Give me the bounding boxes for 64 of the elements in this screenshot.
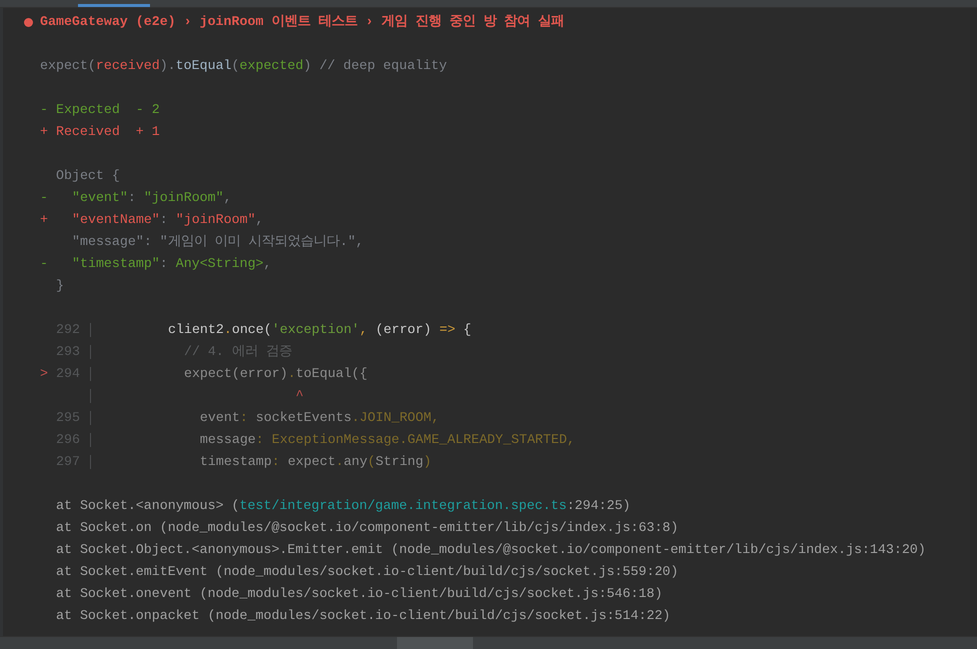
test-title: GameGateway (e2e) › joinRoom 이벤트 테스트 › 게임 진행 중인 방 참여 실패 (40, 13, 564, 31)
code-text: any (344, 453, 368, 471)
code-text: "message": "게임이 이미 시작되었습니다.", (72, 233, 364, 251)
current-line-marker: > (40, 365, 49, 383)
code-text: . (288, 365, 296, 383)
code-text: once( (232, 321, 272, 339)
code-text: , (264, 255, 272, 273)
code-text: . (224, 321, 232, 339)
code-text: socketEvents (256, 409, 352, 427)
code-text: message (198, 431, 256, 449)
code-text: toEqual({ (296, 365, 368, 383)
file-link[interactable]: test/integration/game.integration.spec.ts (240, 498, 567, 513)
code-text: ) // deep equality (303, 57, 447, 75)
code-text: 'exception' (272, 321, 360, 339)
diff-marker: + (40, 211, 49, 229)
code-text: ( (368, 453, 376, 471)
stack-trace-line: at Socket.emitEvent (node_modules/socket.io-client/build/cjs/socket.js:559:20) (56, 563, 678, 581)
code-text: { (463, 321, 472, 339)
code-text: "eventName" (72, 211, 160, 229)
code-text: String (376, 453, 424, 471)
code-text: ) (423, 453, 432, 471)
code-text: : (128, 189, 137, 207)
code-text: "joinRoom" (176, 211, 256, 229)
code-text: , (360, 321, 369, 339)
code-text: "joinRoom" (144, 189, 224, 207)
diff-legend: + Received + 1 (40, 121, 160, 143)
stack-trace-line: at Socket.<anonymous> (test/integration/game.integration.spec.ts:294:25) (56, 497, 631, 515)
code-text: "event" (72, 189, 128, 207)
diff-legend: - Expected - 2 (40, 99, 160, 121)
code-text: . (336, 453, 344, 471)
code-text: expect( (40, 57, 96, 75)
stack-trace-line: at Socket.Object.<anonymous>.Emitter.emit (node_modules/@socket.io/component-emitter/lib/cjs/index.js:143:20) (56, 541, 926, 559)
code-text: expect (288, 453, 336, 471)
code-text: received (96, 57, 160, 75)
code-text: expected (240, 57, 304, 75)
code-text: toEqual (176, 57, 232, 75)
code-text: (error) (376, 321, 432, 339)
code-text: client2 (168, 321, 224, 339)
object-close: } (56, 277, 64, 295)
diff-marker: - (40, 255, 49, 273)
code-text: ). (160, 57, 176, 75)
active-tool-tab[interactable] (397, 637, 473, 649)
code-text: .JOIN_ROOM, (352, 409, 440, 427)
code-text: event (198, 409, 240, 427)
code-text: : (240, 409, 249, 427)
diff-marker: - (40, 189, 49, 207)
code-text: Any<String> (176, 255, 264, 273)
code-text: : (160, 255, 169, 273)
code-text: timestamp (198, 453, 272, 471)
stack-trace-line: at Socket.onpacket (node_modules/socket.io-client/build/cjs/socket.js:514:22) (56, 607, 670, 625)
code-text: , (256, 211, 264, 229)
code-text: : ExceptionMessage.GAME_ALREADY_STARTED, (256, 431, 575, 449)
code-text: : (272, 453, 281, 471)
stack-trace-line: at Socket.on (node_modules/@socket.io/component-emitter/lib/cjs/index.js:63:8) (56, 519, 678, 537)
code-text: ^ (294, 387, 304, 405)
code-text: "timestamp" (72, 255, 160, 273)
active-tab-indicator (78, 4, 150, 7)
code-text: : (160, 211, 169, 229)
object-open: Object { (56, 167, 120, 185)
code-text: , (224, 189, 232, 207)
code-text: ( (232, 57, 240, 75)
stack-trace-line: at Socket.onevent (node_modules/socket.io-client/build/cjs/socket.js:546:18) (56, 585, 662, 603)
code-text: expect(error) (182, 365, 288, 383)
code-text: => (439, 321, 456, 339)
